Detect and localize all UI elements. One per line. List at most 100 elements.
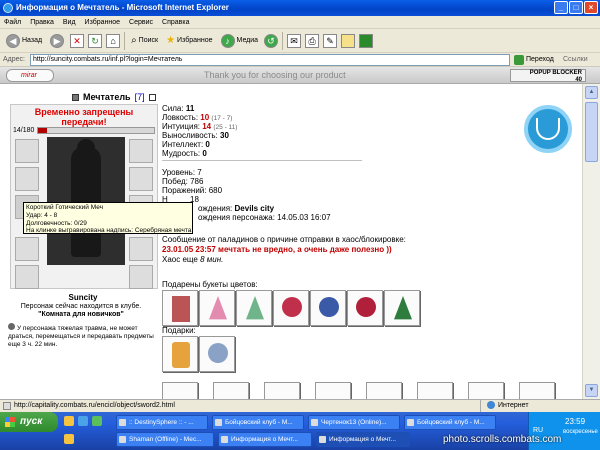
taskbar-item[interactable]: Чертенок13 (Online)... <box>308 415 400 430</box>
security-zone: Интернет <box>480 400 529 412</box>
search-icon: ⌕ <box>131 35 137 46</box>
window-title-bar[interactable]: Информация о Мечтатель - Microsoft Inter… <box>0 0 600 16</box>
divider <box>162 160 362 161</box>
favorites-button[interactable]: ★ Избранное <box>164 31 214 51</box>
minimize-button[interactable]: _ <box>554 1 568 14</box>
edit-icon[interactable]: ✎ <box>323 33 338 48</box>
scroll-down-icon[interactable]: ▼ <box>585 384 598 397</box>
gift-item[interactable] <box>213 382 249 399</box>
messenger-icon[interactable] <box>359 33 374 48</box>
quicklaunch-ie-icon[interactable] <box>64 416 74 426</box>
menu-view[interactable]: Вид <box>63 16 76 28</box>
star-icon: ★ <box>166 35 176 46</box>
helmet-slot[interactable] <box>15 139 39 163</box>
menu-help[interactable]: Справка <box>162 16 189 28</box>
bouquet-item[interactable] <box>273 290 309 326</box>
shield-slot[interactable] <box>129 237 153 261</box>
task-label: Информация о Мечт... <box>329 436 396 443</box>
scroll-up-icon[interactable]: ▲ <box>585 86 598 99</box>
print-icon[interactable]: ⎙ <box>305 33 320 48</box>
window-icon <box>311 419 318 426</box>
refresh-icon[interactable]: ↻ <box>88 33 103 48</box>
menu-tools[interactable]: Сервис <box>129 16 153 28</box>
mirar-logo[interactable]: mirar <box>6 69 54 82</box>
go-button[interactable]: Переход <box>514 53 554 67</box>
gift-item[interactable] <box>264 382 300 399</box>
gift-item[interactable] <box>162 336 198 372</box>
language-indicator[interactable]: RU <box>533 427 543 434</box>
vertical-scrollbar[interactable]: ▲ ▼ <box>582 84 600 399</box>
start-button[interactable]: пуск <box>0 412 58 432</box>
quicklaunch-media-icon[interactable] <box>92 416 102 426</box>
back-arrow-icon: ◀ <box>6 33 20 48</box>
taskbar-item[interactable]: Бойцовский клуб - М... <box>212 415 304 430</box>
menu-file[interactable]: Файл <box>4 16 21 28</box>
back-label: Назад <box>22 37 43 44</box>
clan-icon <box>72 93 79 101</box>
bouquet-item[interactable] <box>347 290 383 326</box>
maximize-button[interactable]: □ <box>569 1 583 14</box>
gift-item[interactable] <box>199 336 235 372</box>
ring-slot[interactable] <box>129 167 153 191</box>
stat-endurance: 30 <box>220 131 229 140</box>
quicklaunch-folder-icon[interactable] <box>64 434 74 444</box>
back-button[interactable]: ◀ Назад <box>4 31 44 51</box>
hp-bar <box>37 127 155 134</box>
trauma-message: У персонажа тяжелая травма, не может дра… <box>8 325 154 348</box>
home-icon[interactable]: ⌂ <box>106 33 121 48</box>
menu-edit[interactable]: Правка <box>30 16 54 28</box>
stat-agility: 10 <box>200 113 210 122</box>
scroll-thumb[interactable] <box>585 102 598 162</box>
belt-slot[interactable] <box>15 265 39 289</box>
window-icon <box>119 419 126 426</box>
bouquet-item[interactable] <box>236 290 272 326</box>
bouquet-item[interactable] <box>384 290 420 326</box>
taskbar-item[interactable]: Shaman (Offline) - Мес... <box>116 432 214 447</box>
address-input[interactable]: http://suncity.combats.ru/inf.pl?login=М… <box>30 54 510 66</box>
earring-slot[interactable] <box>129 139 153 163</box>
close-button[interactable]: × <box>584 1 598 14</box>
stat-label: Интеллект: <box>162 140 204 149</box>
armor-slot[interactable] <box>15 237 39 261</box>
go-label: Переход <box>526 56 554 63</box>
taskbar-item[interactable]: Информация о Мечт... <box>218 432 312 447</box>
gift-item[interactable] <box>519 382 555 399</box>
taskbar-item[interactable]: Бойцовский клуб - М... <box>404 415 496 430</box>
links-button[interactable]: Ссылки <box>563 53 588 67</box>
forward-button[interactable]: ▶ <box>48 31 66 51</box>
search-button[interactable]: ⌕ Поиск <box>129 31 160 51</box>
gift-item[interactable] <box>315 382 351 399</box>
taskbar-item-active[interactable]: Информация о Мечт... <box>316 432 410 447</box>
clock-time[interactable]: 23:59 <box>565 417 585 426</box>
windows-logo-icon <box>5 417 15 427</box>
menu-favorites[interactable]: Избранное <box>85 16 120 28</box>
amulet-slot[interactable] <box>15 167 39 191</box>
toolbar-separator <box>124 31 126 50</box>
ie-icon <box>3 3 13 13</box>
red-flowers-icon <box>356 297 376 317</box>
bouquet-item[interactable] <box>310 290 346 326</box>
globe-icon <box>487 401 495 410</box>
popup-blocker-button[interactable]: POPUP BLOCKER 40 <box>510 69 586 83</box>
info-icon[interactable] <box>148 93 156 101</box>
window-icon <box>215 419 222 426</box>
media-button[interactable]: ♪ Медиа <box>219 31 261 51</box>
boots-slot[interactable] <box>129 265 153 289</box>
taskbar-item[interactable]: :: DestinySphere :: - ... <box>116 415 208 430</box>
mail-icon[interactable]: ✉ <box>287 33 302 48</box>
gift-item[interactable] <box>162 382 198 399</box>
popup-blocker-label: POPUP BLOCKER <box>529 70 582 76</box>
gift-item[interactable] <box>468 382 504 399</box>
toolbar-separator <box>282 31 284 50</box>
history-icon[interactable]: ↺ <box>264 33 279 48</box>
stat-label: Ловкость: <box>162 113 199 122</box>
stop-icon[interactable]: ✕ <box>70 33 85 48</box>
gift-item[interactable] <box>366 382 402 399</box>
quicklaunch-desktop-icon[interactable] <box>78 416 88 426</box>
info-birth-city[interactable]: Devils city <box>235 204 275 213</box>
gift-item[interactable] <box>417 382 453 399</box>
tree-icon <box>246 296 264 320</box>
folder-icon[interactable] <box>341 33 356 48</box>
bouquet-item[interactable] <box>162 290 198 326</box>
bouquet-item[interactable] <box>199 290 235 326</box>
